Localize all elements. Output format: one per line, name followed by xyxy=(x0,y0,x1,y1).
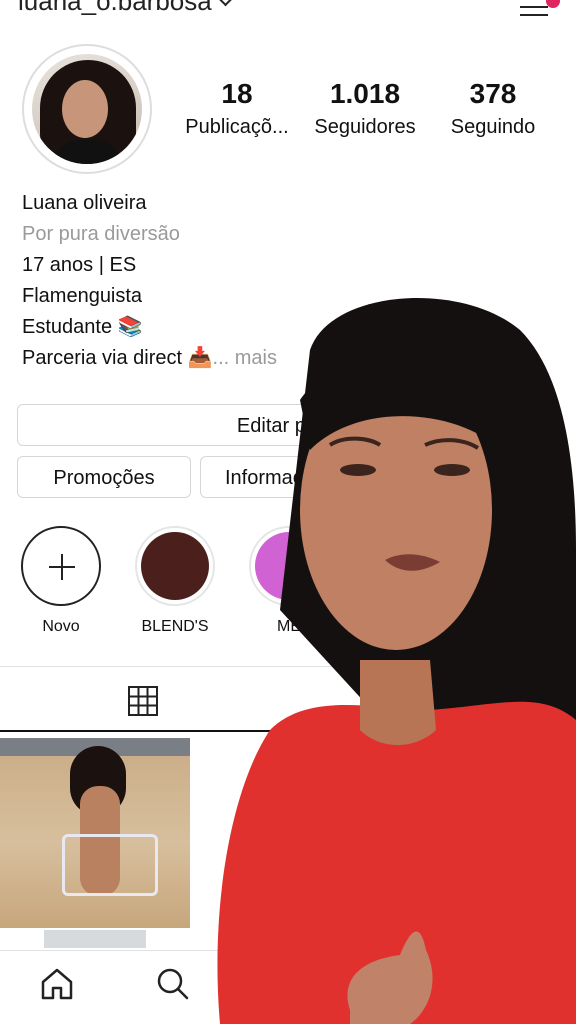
post-thumbnail[interactable] xyxy=(0,738,190,928)
grid-icon[interactable] xyxy=(128,686,158,716)
stat-value: 18 xyxy=(221,78,253,109)
top-bar: luana_o.barbosa xyxy=(0,0,576,28)
bio-category: Por pura diversão xyxy=(22,223,180,245)
search-icon[interactable] xyxy=(156,967,190,1001)
username-switcher[interactable]: luana_o.barbosa xyxy=(18,0,233,17)
person-overlay-photo xyxy=(217,297,576,1024)
stat-following[interactable]: 378 Seguindo xyxy=(428,78,558,139)
highlight-new[interactable]: Novo xyxy=(18,526,104,636)
promotions-button[interactable]: Promoções xyxy=(17,456,191,498)
stat-followers[interactable]: 1.018 Seguidores xyxy=(300,78,430,139)
notification-dot xyxy=(546,0,560,8)
menu-icon[interactable] xyxy=(520,0,548,18)
chevron-down-icon xyxy=(217,0,233,7)
plus-icon xyxy=(21,526,101,606)
home-icon[interactable] xyxy=(40,967,74,1001)
stat-value: 1.018 xyxy=(329,78,401,109)
stat-label: Seguindo xyxy=(450,116,536,138)
bio-name: Luana oliveira xyxy=(22,192,147,214)
bio-line: 17 anos | ES xyxy=(22,254,137,276)
highlight-label: Novo xyxy=(42,618,80,635)
stat-label: Publicaçõ... xyxy=(185,116,289,138)
stat-posts[interactable]: 18 Publicaçõ... xyxy=(172,78,302,139)
profile-avatar[interactable] xyxy=(22,44,152,174)
stat-value: 378 xyxy=(469,78,517,109)
username: luana_o.barbosa xyxy=(18,0,212,16)
stat-label: Seguidores xyxy=(314,116,416,138)
post-thumbnail[interactable] xyxy=(44,930,146,948)
avatar-photo xyxy=(32,54,142,164)
bio-line: Parceria via direct 📥 xyxy=(22,347,213,369)
